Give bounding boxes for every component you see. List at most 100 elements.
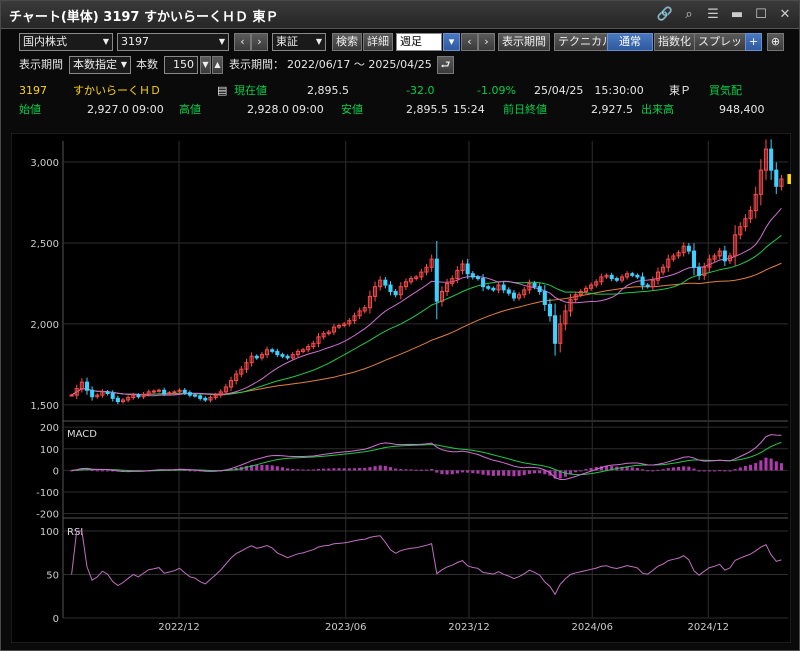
close-icon[interactable]: ✕ — [775, 4, 795, 24]
price-chart[interactable]: 2022/12 2023/06 2023/12 2024/06 2024/12 3,000… — [11, 133, 791, 643]
macd-histogram-bar — [707, 470, 711, 472]
count-up-button[interactable]: ▲ — [212, 56, 223, 74]
period-range: 2022/06/17 ～ 2025/04/25 — [287, 58, 432, 71]
candle-body — [537, 286, 542, 293]
candle-body — [275, 350, 280, 356]
menu-icon[interactable]: ☰ — [703, 4, 723, 24]
normal-button[interactable]: 通常 — [607, 33, 653, 51]
toolbar-main: 国内株式 ▼ 3197 ▼ ‹ › 東証 ▼ 検索 詳細 週足 ▾ ‹ › 表示期間 … — [1, 31, 799, 53]
macd-histogram-bar — [460, 470, 465, 473]
high-time: 09:00 — [292, 103, 324, 116]
code-input-value: 3197 — [121, 35, 149, 48]
count-label: 本数 — [136, 58, 158, 71]
prev-code-button[interactable]: ‹ — [234, 33, 251, 51]
macd-histogram-bar — [409, 469, 413, 471]
minimize-icon[interactable]: ▬ — [727, 4, 747, 24]
chevron-down-icon: ▼ — [315, 37, 322, 46]
macd-histogram-bar — [579, 470, 583, 472]
candle-body — [475, 276, 480, 280]
period-dropdown-button[interactable]: ▾ — [443, 33, 460, 51]
candle-body — [722, 250, 727, 262]
macd-histogram-bar — [368, 467, 372, 471]
quote-side: 買気配 — [709, 84, 742, 97]
candle-body — [547, 303, 552, 317]
price-tick-label: 2,000 — [30, 320, 59, 331]
macd-histogram-bar — [466, 470, 470, 473]
macd-histogram-bar — [584, 469, 588, 471]
chevron-down-icon: ▼ — [120, 60, 127, 69]
search-button[interactable]: 検索 — [332, 33, 362, 51]
macd-histogram-bar — [682, 466, 686, 471]
macd-histogram-bar — [718, 470, 722, 472]
macd-tick-label: 0 — [53, 466, 59, 477]
macd-histogram-bar — [723, 470, 727, 472]
index-button[interactable]: 指数化 — [654, 33, 695, 51]
candle-body — [640, 276, 645, 286]
price-tick-label: 3,000 — [30, 158, 59, 169]
market-select[interactable]: 国内株式 ▼ — [19, 33, 113, 51]
candle-body — [635, 274, 640, 278]
macd-histogram-bar — [476, 470, 480, 474]
quote-row-2: 始値 2,927.0 09:00 高値 2,928.0 09:00 安値 2,8… — [1, 101, 799, 119]
macd-histogram-bar — [445, 470, 449, 475]
macd-histogram-bar — [507, 470, 511, 476]
next-period-button[interactable]: › — [478, 33, 495, 51]
search-icon[interactable]: ⌕ — [679, 4, 699, 24]
exchange-select-value: 東証 — [276, 35, 298, 48]
macd-histogram-bar — [383, 465, 387, 471]
count-down-button[interactable]: ▼ — [200, 56, 211, 74]
detail-button[interactable]: 詳細 — [363, 33, 393, 51]
candle-body — [383, 279, 388, 286]
mode-select[interactable]: 本数指定 ▼ — [69, 56, 131, 74]
macd-histogram-bar — [347, 468, 351, 471]
quote-datetime: 25/04/25 15:30:00 — [534, 84, 644, 97]
add-button[interactable]: + — [745, 33, 762, 51]
macd-histogram-bar — [728, 470, 732, 472]
candle-body — [270, 349, 275, 352]
macd-histogram-bar — [450, 470, 454, 475]
high-value: 2,928.0 — [247, 103, 289, 116]
candle-body — [151, 390, 156, 393]
code-input[interactable]: 3197 ▼ — [117, 33, 229, 51]
rsi-tick-label: 0 — [53, 614, 59, 625]
macd-histogram-bar — [404, 469, 408, 471]
candle-body — [532, 282, 537, 288]
macd-histogram-bar — [255, 464, 259, 471]
volume-value: 948,400 — [719, 103, 765, 116]
macd-histogram-bar — [322, 468, 326, 471]
macd-histogram-bar — [311, 469, 315, 471]
zoom-icon[interactable]: ⊕ — [767, 33, 784, 51]
macd-histogram-bar — [106, 470, 110, 472]
chevron-down-icon: ▼ — [102, 37, 109, 46]
period-select[interactable]: 週足 — [396, 33, 442, 51]
x-tick-label: 2023/06 — [325, 622, 367, 633]
candle-body — [470, 273, 475, 278]
prev-period-button[interactable]: ‹ — [461, 33, 478, 51]
link-icon[interactable]: 🔗 — [655, 4, 675, 24]
macd-histogram-bar — [358, 467, 362, 471]
macd-histogram-bar — [677, 466, 681, 471]
macd-histogram-bar — [337, 468, 341, 471]
next-code-button[interactable]: › — [251, 33, 268, 51]
window-title: チャート(単体) 3197 すかいらーくＨＤ 東Ｐ — [9, 10, 279, 25]
candle-body — [691, 250, 697, 268]
candle-body — [511, 292, 516, 299]
open-label: 始値 — [19, 103, 41, 116]
low-value: 2,895.5 — [406, 103, 448, 116]
maximize-icon[interactable]: ☐ — [751, 4, 771, 24]
candle-body — [542, 291, 547, 305]
candle-body — [280, 354, 285, 357]
macd-histogram-bar — [363, 467, 367, 471]
candle-body — [393, 291, 398, 296]
reset-period-button[interactable]: ⮐ — [437, 56, 454, 74]
macd-histogram-bar — [435, 470, 439, 473]
macd-histogram-bar — [713, 470, 717, 472]
macd-histogram-bar — [625, 466, 629, 471]
macd-histogram-bar — [532, 470, 537, 474]
exchange-select[interactable]: 東証 ▼ — [272, 33, 326, 51]
count-input[interactable]: 150 — [164, 56, 198, 74]
display-period-button[interactable]: 表示期間 — [498, 33, 550, 51]
macd-tick-label: -200 — [36, 510, 59, 521]
macd-histogram-bar — [635, 467, 639, 471]
rsi-tick-label: 50 — [46, 571, 59, 582]
